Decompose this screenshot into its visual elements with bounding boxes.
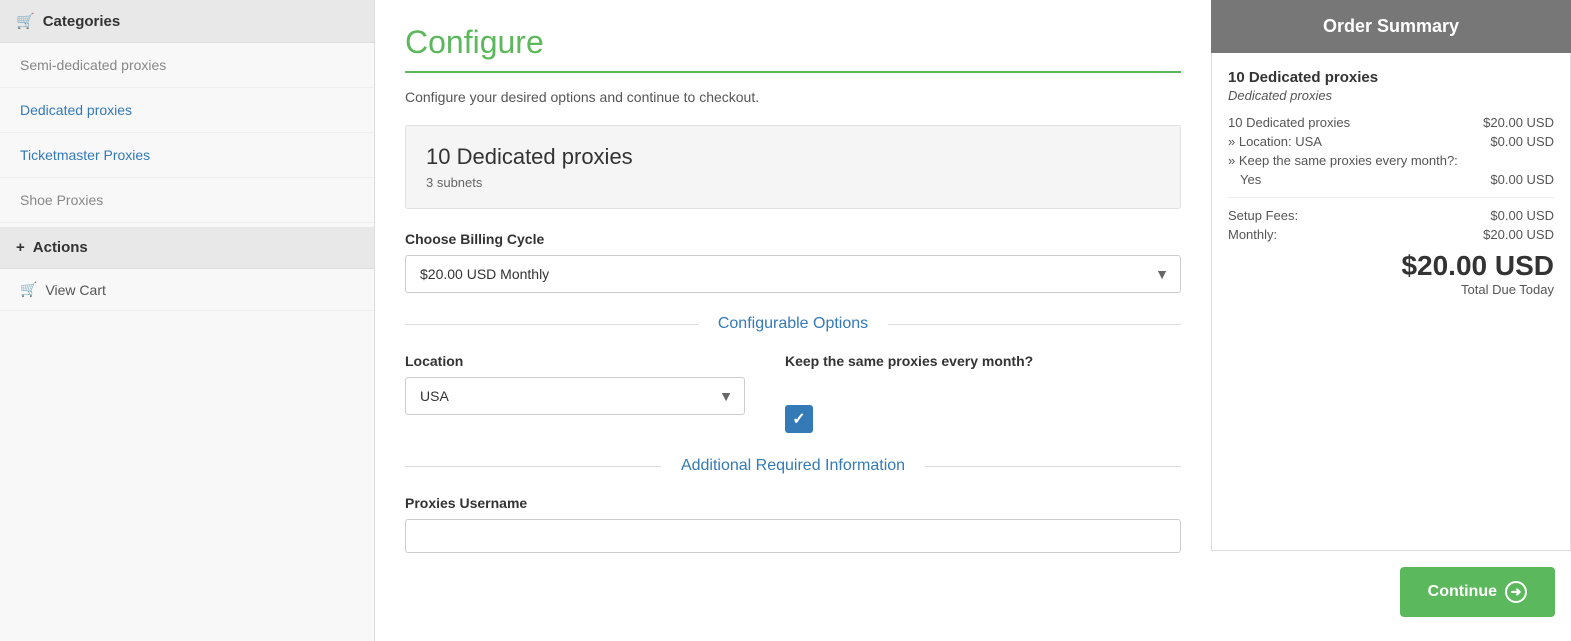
continue-button[interactable]: Continue ➜ bbox=[1400, 567, 1555, 617]
additional-info-label: Additional Required Information bbox=[661, 457, 925, 475]
cart-icon: 🛒 bbox=[16, 12, 35, 30]
right-panel: Order Summary 10 Dedicated proxies Dedic… bbox=[1211, 0, 1571, 641]
plus-icon: + bbox=[16, 239, 25, 256]
page-title: Configure bbox=[405, 24, 1181, 73]
order-line-1-value: $20.00 USD bbox=[1473, 115, 1554, 130]
proxies-username-input[interactable] bbox=[405, 519, 1181, 553]
order-line-4: Yes $0.00 USD bbox=[1228, 172, 1554, 187]
additional-divider-left bbox=[405, 466, 661, 467]
order-summary-body: 10 Dedicated proxies Dedicated proxies 1… bbox=[1211, 53, 1571, 551]
additional-info-divider: Additional Required Information bbox=[405, 457, 1181, 475]
billing-cycle-wrapper: $20.00 USD Monthly ▼ bbox=[405, 255, 1181, 293]
order-line-3-label: » Keep the same proxies every month?: bbox=[1228, 153, 1458, 168]
monthly-line: Monthly: $20.00 USD bbox=[1228, 227, 1554, 242]
total-due-label: Total Due Today bbox=[1228, 282, 1554, 297]
billing-cycle-label: Choose Billing Cycle bbox=[405, 231, 1181, 247]
same-proxies-label: Keep the same proxies every month? bbox=[785, 353, 1033, 369]
actions-header: + Actions bbox=[0, 227, 374, 269]
order-line-1-label: 10 Dedicated proxies bbox=[1228, 115, 1350, 130]
monthly-value: $20.00 USD bbox=[1483, 227, 1554, 242]
categories-header: 🛒 Categories bbox=[0, 0, 374, 43]
setup-fees-value: $0.00 USD bbox=[1490, 208, 1554, 223]
categories-label: Categories bbox=[43, 13, 121, 30]
main-content: Configure Configure your desired options… bbox=[375, 0, 1211, 641]
sidebar-item-ticketmaster-label: Ticketmaster Proxies bbox=[20, 147, 150, 163]
location-group: Location USA ▼ bbox=[405, 353, 745, 415]
total-amount: $20.00 USD bbox=[1228, 250, 1554, 282]
setup-fees-line: Setup Fees: $0.00 USD bbox=[1228, 208, 1554, 223]
sidebar: 🛒 Categories Semi-dedicated proxies Dedi… bbox=[0, 0, 375, 641]
location-select-wrapper: USA ▼ bbox=[405, 377, 745, 415]
order-line-2: » Location: USA $0.00 USD bbox=[1228, 134, 1554, 149]
order-line-2-value: $0.00 USD bbox=[1480, 134, 1554, 149]
billing-cycle-select[interactable]: $20.00 USD Monthly bbox=[405, 255, 1181, 293]
product-name: 10 Dedicated proxies bbox=[426, 144, 1160, 170]
configurable-options-label: Configurable Options bbox=[698, 315, 888, 333]
continue-arrow-icon: ➜ bbox=[1505, 581, 1527, 603]
order-line-4-value: $0.00 USD bbox=[1480, 172, 1554, 187]
location-label: Location bbox=[405, 353, 745, 369]
divider-right bbox=[888, 324, 1181, 325]
sidebar-item-semi-dedicated[interactable]: Semi-dedicated proxies bbox=[0, 43, 374, 88]
divider-left bbox=[405, 324, 698, 325]
view-cart-label: View Cart bbox=[45, 282, 105, 298]
view-cart-icon: 🛒 bbox=[20, 281, 37, 298]
same-proxies-checkbox[interactable] bbox=[785, 405, 813, 433]
sidebar-item-ticketmaster[interactable]: Ticketmaster Proxies bbox=[0, 133, 374, 178]
configurable-options: Location USA ▼ Keep the same proxies eve… bbox=[405, 353, 1181, 433]
sidebar-item-semi-dedicated-label: Semi-dedicated proxies bbox=[20, 57, 166, 73]
order-divider bbox=[1228, 197, 1554, 198]
continue-label: Continue bbox=[1428, 583, 1497, 601]
order-line-2-label: » Location: USA bbox=[1228, 134, 1322, 149]
actions-label: Actions bbox=[33, 239, 88, 256]
order-summary-header: Order Summary bbox=[1211, 0, 1571, 53]
product-box: 10 Dedicated proxies 3 subnets bbox=[405, 125, 1181, 209]
sidebar-item-dedicated[interactable]: Dedicated proxies bbox=[0, 88, 374, 133]
order-line-3: » Keep the same proxies every month?: bbox=[1228, 153, 1554, 168]
order-line-4-label: Yes bbox=[1240, 172, 1261, 187]
proxies-username-label: Proxies Username bbox=[405, 495, 1181, 511]
monthly-label: Monthly: bbox=[1228, 227, 1277, 242]
additional-divider-right bbox=[925, 466, 1181, 467]
same-proxies-group: Keep the same proxies every month? bbox=[785, 353, 1033, 433]
configurable-options-divider: Configurable Options bbox=[405, 315, 1181, 333]
order-line-1: 10 Dedicated proxies $20.00 USD bbox=[1228, 115, 1554, 130]
view-cart-item[interactable]: 🛒 View Cart bbox=[0, 269, 374, 311]
subtitle: Configure your desired options and conti… bbox=[405, 89, 1181, 105]
setup-fees-label: Setup Fees: bbox=[1228, 208, 1298, 223]
location-select[interactable]: USA bbox=[405, 377, 745, 415]
sidebar-item-shoe-label: Shoe Proxies bbox=[20, 192, 103, 208]
order-product-title: 10 Dedicated proxies bbox=[1228, 69, 1554, 86]
order-product-subtitle: Dedicated proxies bbox=[1228, 88, 1554, 103]
sidebar-item-shoe[interactable]: Shoe Proxies bbox=[0, 178, 374, 223]
same-proxies-checkbox-wrapper bbox=[785, 405, 1033, 433]
sidebar-item-dedicated-label: Dedicated proxies bbox=[20, 102, 132, 118]
product-subnets: 3 subnets bbox=[426, 175, 482, 190]
